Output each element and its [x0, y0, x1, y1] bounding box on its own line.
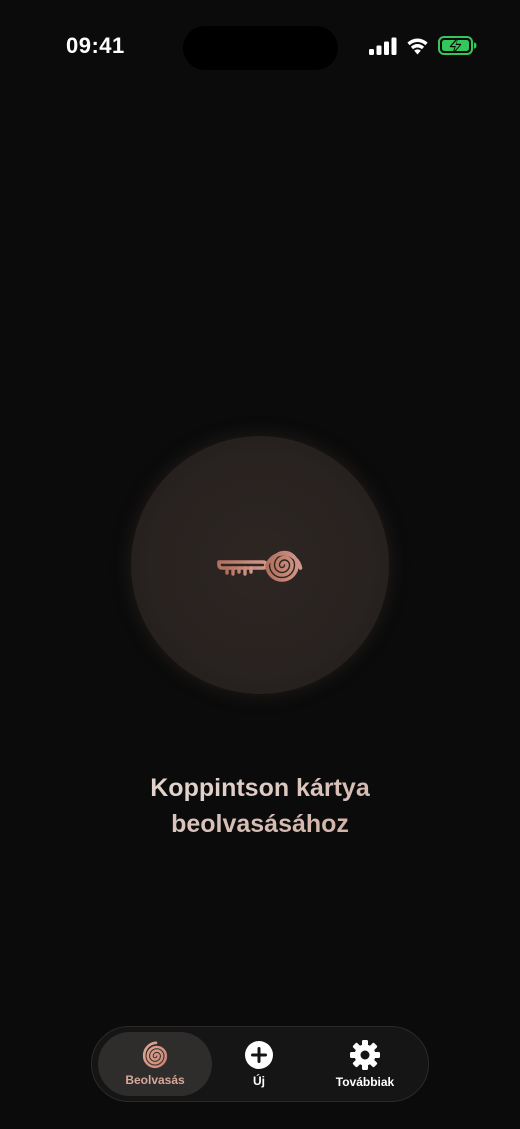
status-time: 09:41 [66, 33, 125, 58]
key-spiral-icon [217, 550, 303, 582]
scan-prompt: Koppintson kártya beolvasásához [0, 770, 520, 842]
tab-more-label: Továbbiak [335, 1075, 395, 1089]
tab-more[interactable]: Továbbiak [306, 1032, 424, 1096]
tab-bar: Beolvasás Új Továbbiak [91, 1026, 429, 1102]
wifi-icon [407, 38, 428, 55]
tab-new[interactable]: Új [212, 1032, 306, 1096]
dynamic-island [183, 26, 338, 70]
tab-scan-label: Beolvasás [125, 1073, 185, 1087]
status-icons [369, 36, 478, 55]
battery-charging-icon [438, 36, 477, 55]
scan-prompt-line1: Koppintson kártya [0, 770, 520, 806]
tab-new-label: Új [253, 1074, 265, 1088]
gear-icon [350, 1040, 380, 1070]
plus-circle-icon [245, 1041, 273, 1069]
scan-card-button[interactable] [131, 436, 389, 694]
scan-prompt-line2: beolvasásához [0, 806, 520, 842]
tab-scan[interactable]: Beolvasás [98, 1032, 212, 1096]
cellular-signal-icon [369, 37, 397, 55]
spiral-icon [142, 1041, 168, 1069]
